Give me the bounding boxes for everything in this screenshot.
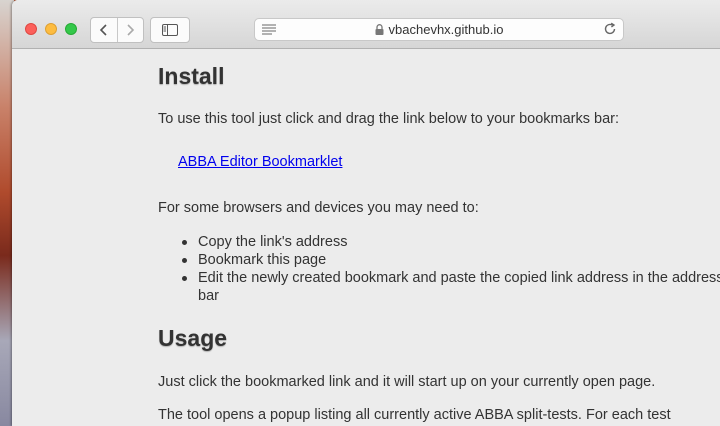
url-display: vbachevhx.github.io <box>255 19 623 40</box>
address-bar[interactable]: vbachevhx.github.io <box>254 18 624 41</box>
browsers-note-text: For some browsers and devices you may ne… <box>158 200 479 216</box>
install-intro-text: To use this tool just click and drag the… <box>158 111 620 127</box>
browser-window: vbachevhx.github.io Install To use this … <box>12 0 720 426</box>
sidebar-toggle-button[interactable] <box>150 17 190 43</box>
sidebar-icon <box>162 24 178 36</box>
back-button[interactable] <box>91 18 117 42</box>
bookmarklet-link[interactable]: ABBA Editor Bookmarklet <box>178 154 342 170</box>
close-window-button[interactable] <box>25 23 37 35</box>
forward-button[interactable] <box>116 18 144 42</box>
list-item: Copy the link's address <box>158 233 720 251</box>
chevron-left-icon <box>99 24 107 36</box>
page-content: Install To use this tool just click and … <box>12 49 720 426</box>
lock-icon <box>375 24 384 35</box>
list-item: Bookmark this page <box>158 251 720 269</box>
usage-heading: Usage <box>158 325 228 351</box>
chevron-right-icon <box>127 24 135 36</box>
usage-text-2: The tool opens a popup listing all curre… <box>158 407 671 423</box>
steps-list: Copy the link's address Bookmark this pa… <box>158 233 720 305</box>
install-heading: Install <box>158 63 225 89</box>
usage-text-1: Just click the bookmarked link and it wi… <box>158 374 656 390</box>
minimize-window-button[interactable] <box>45 23 57 35</box>
list-item: Edit the newly created bookmark and past… <box>158 269 720 305</box>
url-text: vbachevhx.github.io <box>388 22 504 37</box>
reload-icon[interactable] <box>603 22 617 36</box>
maximize-window-button[interactable] <box>65 23 77 35</box>
browser-toolbar: vbachevhx.github.io <box>12 0 720 49</box>
history-nav <box>90 17 144 43</box>
